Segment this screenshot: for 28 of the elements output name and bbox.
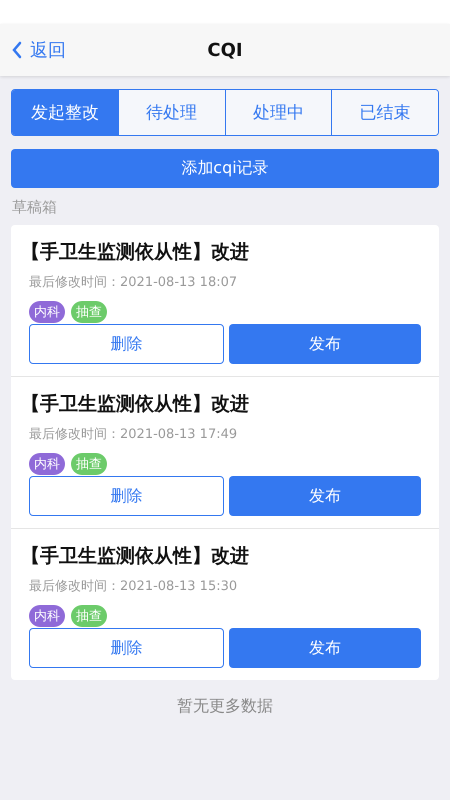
draft-title: 【手卫生监测依从性】改进 — [21, 544, 249, 569]
publish-button[interactable]: 发布 — [228, 476, 421, 516]
publish-button[interactable]: 发布 — [228, 324, 421, 364]
tag: 内科 — [29, 453, 65, 475]
tag: 内科 — [29, 605, 65, 627]
modified-time: 最后修改时间：2021-08-13 15:30 — [29, 578, 238, 595]
no-more-data-text: 暂无更多数据 — [177, 696, 273, 717]
draft-title: 【手卫生监测依从性】改进 — [21, 392, 249, 417]
add-record-button[interactable]: 添加cqi记录 — [11, 149, 439, 188]
back-icon — [12, 41, 22, 59]
draft-title: 【手卫生监测依从性】改进 — [21, 240, 249, 265]
delete-button[interactable]: 删除 — [29, 324, 224, 364]
tab[interactable]: 处理中 — [224, 90, 332, 135]
tab[interactable]: 发起整改 — [12, 90, 118, 135]
tag: 抽查 — [71, 301, 107, 323]
tab[interactable]: 待处理 — [118, 90, 224, 135]
tag: 抽查 — [71, 605, 107, 627]
back-button[interactable]: 返回 — [12, 36, 66, 64]
modified-time: 最后修改时间：2021-08-13 17:49 — [29, 426, 238, 443]
modified-time: 最后修改时间：2021-08-13 18:07 — [29, 274, 238, 291]
publish-button[interactable]: 发布 — [228, 628, 421, 668]
tag: 内科 — [29, 301, 65, 323]
delete-button[interactable]: 删除 — [29, 628, 224, 668]
tab[interactable]: 已结束 — [331, 90, 438, 135]
section-label: 草稿箱 — [12, 198, 57, 217]
tag: 抽查 — [71, 453, 107, 475]
delete-button[interactable]: 删除 — [29, 476, 224, 516]
page-title: CQI — [207, 40, 243, 60]
